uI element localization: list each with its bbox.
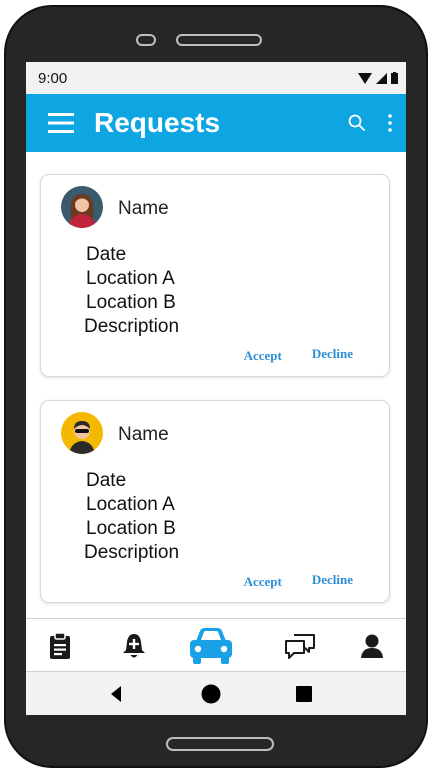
- request-description: Description: [84, 542, 180, 563]
- card-actions: Accept Decline: [244, 572, 353, 590]
- menu-icon[interactable]: [48, 113, 74, 133]
- home-indicator: [166, 737, 274, 751]
- requester-name: Name: [118, 198, 169, 219]
- accept-button[interactable]: Accept: [244, 574, 282, 590]
- more-vert-icon[interactable]: [388, 114, 392, 132]
- request-location-a: Location A: [86, 494, 175, 515]
- speaker: [176, 34, 262, 46]
- bottom-nav: [26, 618, 406, 672]
- person-icon[interactable]: [354, 619, 390, 673]
- request-details: Date Location A Location B Description: [84, 243, 180, 339]
- wifi-icon: [358, 72, 372, 84]
- front-camera: [136, 34, 156, 46]
- app-bar: Requests: [26, 94, 406, 152]
- screen: 9:00 Requests Name Date Location A Locat…: [26, 62, 406, 715]
- avatar: [61, 412, 103, 454]
- request-card: Name Date Location A Location B Descript…: [40, 174, 390, 377]
- car-icon[interactable]: [186, 619, 236, 673]
- back-icon[interactable]: [96, 672, 136, 715]
- request-card: Name Date Location A Location B Descript…: [40, 400, 390, 603]
- home-icon[interactable]: [191, 672, 231, 715]
- request-location-b: Location B: [86, 518, 176, 539]
- request-description: Description: [84, 316, 180, 337]
- clipboard-icon[interactable]: [42, 619, 78, 673]
- requester-name: Name: [118, 424, 169, 445]
- request-details: Date Location A Location B Description: [84, 469, 180, 565]
- status-time: 9:00: [38, 69, 68, 87]
- request-location-a: Location A: [86, 268, 175, 289]
- status-bar: 9:00: [26, 62, 406, 94]
- decline-button[interactable]: Decline: [312, 346, 353, 362]
- accept-button[interactable]: Accept: [244, 348, 282, 364]
- avatar: [61, 186, 103, 228]
- page-title: Requests: [94, 107, 221, 138]
- battery-icon: [391, 72, 398, 84]
- recent-apps-icon[interactable]: [284, 672, 324, 715]
- request-location-b: Location B: [86, 292, 176, 313]
- bell-plus-icon[interactable]: [116, 619, 152, 673]
- request-date: Date: [86, 244, 127, 265]
- request-list: Name Date Location A Location B Descript…: [26, 152, 406, 618]
- request-date: Date: [86, 470, 127, 491]
- chat-icon[interactable]: [280, 619, 320, 673]
- decline-button[interactable]: Decline: [312, 572, 353, 588]
- status-icons: [358, 72, 398, 84]
- signal-icon: [376, 72, 387, 84]
- system-navigation-bar: [26, 672, 406, 715]
- card-actions: Accept Decline: [244, 346, 353, 364]
- search-icon[interactable]: [348, 114, 366, 132]
